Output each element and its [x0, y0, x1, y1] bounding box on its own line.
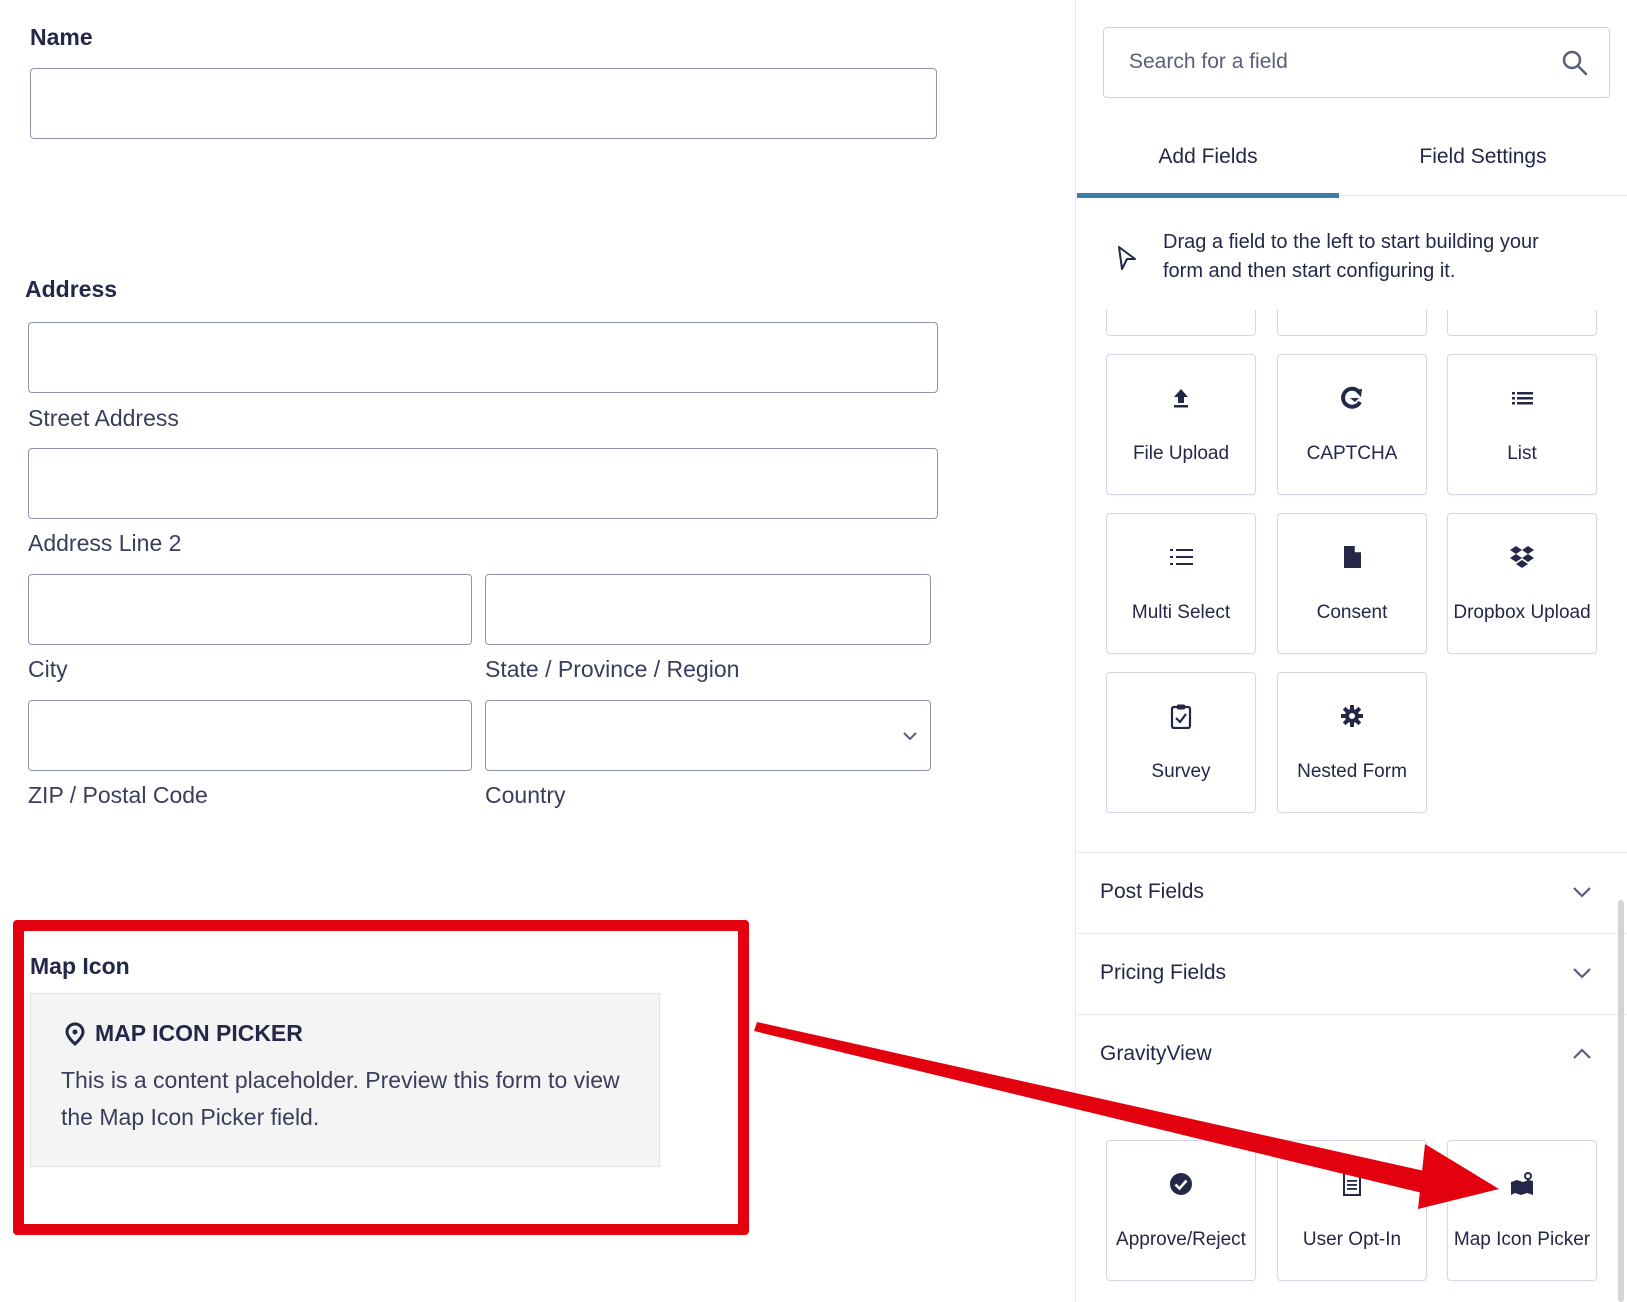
city-input[interactable] — [28, 574, 472, 645]
tab-add-fields[interactable]: Add Fields — [1077, 145, 1339, 169]
field-tile-multi-select[interactable]: Multi Select — [1106, 513, 1256, 654]
zip-input[interactable] — [28, 700, 472, 771]
gear-icon — [1341, 705, 1363, 727]
dropbox-icon — [1510, 546, 1534, 568]
tile-label: File Upload — [1132, 443, 1230, 464]
field-tile-dropbox-upload[interactable]: Dropbox Upload — [1447, 513, 1597, 654]
check-circle-icon — [1170, 1173, 1192, 1195]
field-tile-consent[interactable]: Consent — [1277, 513, 1427, 654]
tile-label: User Opt-In — [1302, 1229, 1402, 1250]
map-pin-icon — [1511, 1172, 1533, 1195]
list-icon — [1512, 392, 1533, 405]
chevron-down-icon — [903, 732, 917, 741]
drag-hint: Drag a field to the left to start buildi… — [1163, 231, 1539, 282]
tile-label: Multi Select — [1131, 602, 1231, 623]
highlight-frame — [13, 920, 749, 1235]
field-tile-survey[interactable]: Survey — [1106, 672, 1256, 813]
country-label: Country — [485, 782, 566, 808]
multi-select-icon — [1170, 549, 1193, 565]
field-tile-list[interactable]: List — [1447, 354, 1597, 495]
state-input[interactable] — [485, 574, 931, 645]
field-tile-nested-form[interactable]: Nested Form — [1277, 672, 1427, 813]
field-tile-file-upload[interactable]: File Upload — [1106, 354, 1256, 495]
name-input[interactable] — [30, 68, 937, 139]
tile-label: CAPTCHA — [1306, 443, 1398, 464]
upload-icon — [1174, 389, 1188, 408]
street-address-input[interactable] — [28, 322, 938, 393]
search-icon[interactable] — [1561, 49, 1589, 77]
tile-label: Survey — [1151, 761, 1211, 782]
chevron-down-icon — [1573, 968, 1591, 979]
tile-label: Dropbox Upload — [1453, 602, 1591, 623]
tile-label: Map Icon Picker — [1453, 1229, 1591, 1250]
field-tile-map-icon-picker[interactable]: Map Icon Picker — [1447, 1140, 1597, 1281]
cursor-icon — [1118, 246, 1136, 270]
section-pricing-fields[interactable]: Pricing Fields — [1077, 933, 1627, 1014]
field-tile-captcha[interactable]: CAPTCHA — [1277, 354, 1427, 495]
clipboard-check-icon — [1170, 704, 1192, 729]
field-tile-partial[interactable] — [1106, 310, 1256, 336]
document-icon — [1344, 546, 1361, 568]
name-label: Name — [30, 24, 93, 50]
country-select[interactable] — [485, 700, 931, 771]
active-tab-indicator — [1077, 193, 1339, 198]
address-line2-input[interactable] — [28, 448, 938, 519]
tile-label: Approve/Reject — [1116, 1229, 1246, 1250]
chevron-down-icon — [1573, 887, 1591, 898]
field-tile-user-opt-in[interactable]: User Opt-In — [1277, 1140, 1427, 1281]
field-tile-approve-reject[interactable]: Approve/Reject — [1106, 1140, 1256, 1281]
state-label: State / Province / Region — [485, 656, 740, 682]
address-line2-label: Address Line 2 — [28, 530, 182, 556]
tile-label: List — [1507, 443, 1537, 464]
address-label: Address — [25, 276, 118, 302]
captcha-icon — [1341, 386, 1362, 409]
search-input[interactable]: Search for a field — [1129, 50, 1288, 74]
street-address-label: Street Address — [28, 405, 179, 431]
section-title: GravityView — [1100, 1042, 1212, 1065]
document-lines-icon — [1343, 1172, 1361, 1196]
chevron-up-icon — [1573, 1048, 1591, 1059]
field-tile-partial[interactable] — [1277, 310, 1427, 336]
field-search[interactable]: Search for a field — [1103, 27, 1610, 98]
section-post-fields[interactable]: Post Fields — [1077, 852, 1627, 933]
section-gravityview[interactable]: GravityView — [1077, 1014, 1627, 1095]
zip-label: ZIP / Postal Code — [28, 782, 208, 808]
tab-field-settings[interactable]: Field Settings — [1339, 145, 1627, 169]
sidebar-scrollbar[interactable] — [1618, 900, 1624, 1302]
tile-label: Nested Form — [1297, 761, 1407, 782]
tile-label: Consent — [1316, 602, 1388, 623]
section-title: Pricing Fields — [1100, 961, 1227, 984]
field-tile-partial[interactable] — [1447, 310, 1597, 336]
section-title: Post Fields — [1100, 880, 1204, 903]
city-label: City — [28, 656, 68, 682]
